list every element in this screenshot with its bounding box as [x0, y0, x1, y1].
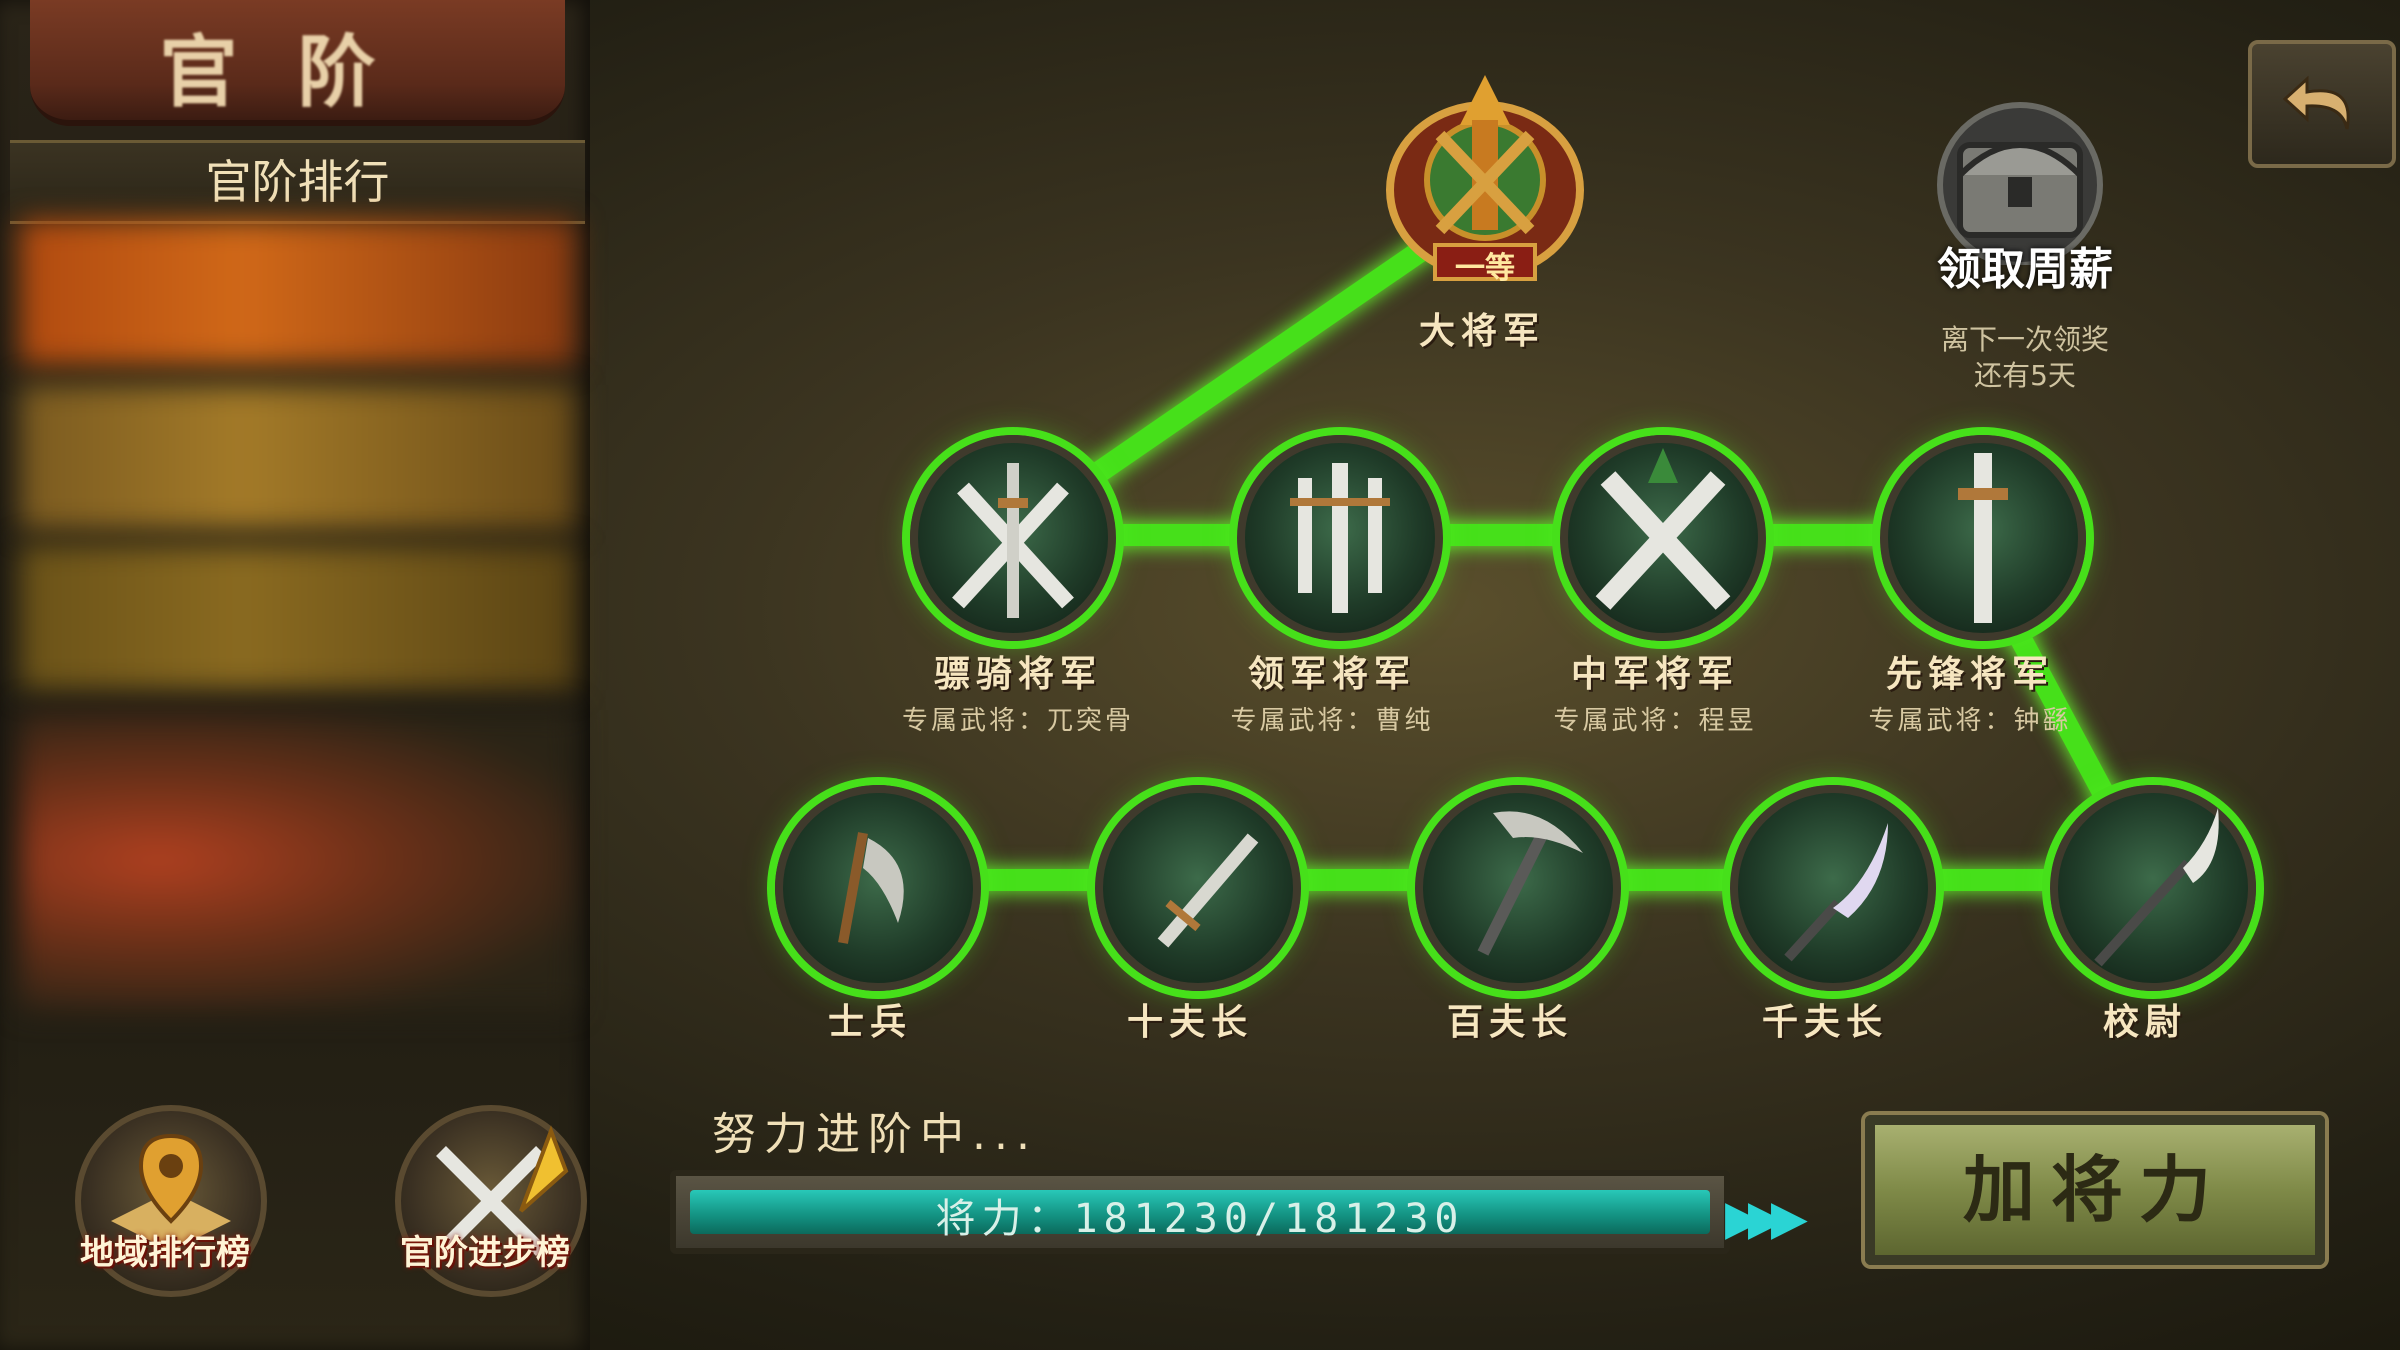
rank-node-captain[interactable]: [2050, 785, 2256, 991]
crossed-swords-icon: [952, 463, 1074, 618]
rank-node-grand-general[interactable]: 一等: [1380, 65, 1590, 295]
general-label-3: 中军将军: [1570, 654, 1739, 695]
weekly-salary-label: 领取周薪: [1937, 244, 2113, 295]
region-rank-label: 地域排行榜: [80, 1233, 250, 1273]
power-progress-bar: 将力：181230/181230: [670, 1170, 1730, 1254]
general-sub-3: 专属武将：程昱: [1553, 706, 1757, 736]
rank-node-vanguard-general[interactable]: [1880, 435, 2086, 641]
reward-countdown: 离下一次领奖 还有5天: [1890, 322, 2160, 394]
rank-node-chiliarch[interactable]: [1730, 785, 1936, 991]
grand-general-label: 大将军: [1418, 311, 1545, 352]
reward-countdown-line1: 离下一次领奖: [1940, 323, 2109, 356]
soldier-label-1: 士兵: [827, 1002, 912, 1043]
curved-blade-icon: [1784, 823, 1888, 962]
general-label-4: 先锋将军: [1885, 654, 2054, 695]
add-power-label: 加将力: [1962, 1147, 2227, 1232]
rank-node-squad-leader[interactable]: [1095, 785, 1301, 991]
soldier-label-2: 十夫长: [1126, 1002, 1253, 1043]
region-rank-button[interactable]: 地域排行榜: [35, 1105, 295, 1335]
back-button[interactable]: [2248, 40, 2396, 168]
progress-caption: 努力进阶中...: [712, 1109, 1038, 1160]
general-sub-4: 专属武将：钟繇: [1868, 706, 2072, 736]
grand-general-badge: 一等: [1455, 251, 1515, 286]
rank-progress-button[interactable]: 官阶进步榜: [355, 1105, 615, 1335]
rank-node-soldier[interactable]: [775, 785, 981, 991]
axe-icon: [838, 832, 904, 944]
rank-node-cavalry-general[interactable]: [910, 435, 1116, 641]
progress-arrows-icon: ▶▶▶: [1725, 1190, 1808, 1246]
triple-swords-icon: [1290, 463, 1390, 613]
rank-progress-label: 官阶进步榜: [400, 1233, 570, 1273]
back-arrow-icon: [2282, 75, 2350, 130]
reward-countdown-line2: 还有5天: [1974, 359, 2076, 392]
rank-node-centurion[interactable]: [1415, 785, 1621, 991]
rank-node-central-general[interactable]: [1560, 435, 1766, 641]
soldier-label-3: 百夫长: [1446, 1002, 1573, 1043]
general-sub-2: 专属武将：曹纯: [1230, 706, 1434, 736]
general-label-1: 骠骑将军: [933, 654, 1102, 695]
crossed-swords-icon: [1595, 448, 1731, 610]
soldier-label-5: 校尉: [2102, 1002, 2187, 1043]
add-power-button[interactable]: 加将力: [1865, 1115, 2325, 1265]
soldier-label-4: 千夫长: [1761, 1002, 1888, 1043]
single-sword-icon: [1958, 453, 2008, 623]
power-progress-text: 将力：181230/181230: [935, 1196, 1465, 1242]
pickaxe-icon: [1477, 811, 1583, 956]
general-sub-1: 专属武将：兀突骨: [901, 706, 1134, 736]
glaive-icon: [2094, 808, 2219, 967]
dagger-icon: [1157, 833, 1259, 948]
rank-node-army-general[interactable]: [1237, 435, 1443, 641]
general-label-2: 领军将军: [1247, 654, 1416, 695]
